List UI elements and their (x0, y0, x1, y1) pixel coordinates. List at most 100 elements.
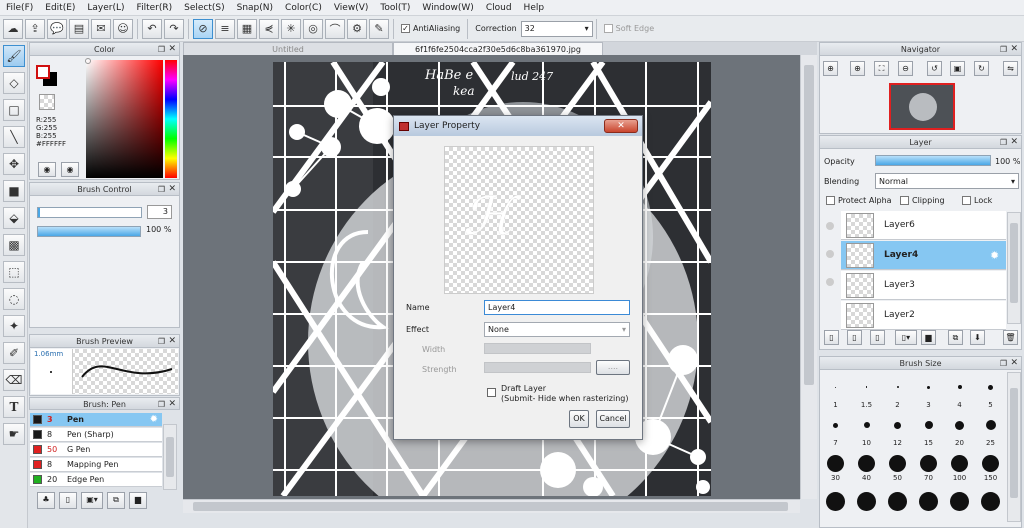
new-layer-8bit-button[interactable]: ▯ (847, 330, 862, 345)
tab-jpg-document[interactable]: 6f1f6fe2504cca2f30e5d6c8ba361970.jpg (393, 42, 603, 56)
export-button[interactable]: ⇪ (25, 18, 45, 39)
snap-off-button[interactable]: ⊘ (193, 18, 213, 39)
brush-size-cell[interactable]: 50 (882, 449, 913, 482)
width-slider[interactable] (484, 343, 591, 354)
rotate-left-button[interactable]: ↺ (927, 61, 942, 76)
brush-size-cell[interactable] (944, 487, 975, 517)
visibility-dot[interactable] (826, 278, 834, 286)
color-wheel-button[interactable]: ◉ (38, 162, 56, 177)
brush-opacity-slider[interactable] (37, 226, 141, 237)
transparent-color-swatch[interactable] (39, 94, 55, 110)
dialog-close-button[interactable]: ✕ (604, 119, 638, 133)
close-icon[interactable]: ✕ (1010, 136, 1018, 149)
magic-wand-tool-button[interactable]: ✦ (3, 315, 25, 337)
dock-icon[interactable]: ❐ (158, 398, 165, 411)
merge-layer-button[interactable]: ⬇ (970, 330, 985, 345)
bucket-tool-button[interactable]: ⬙ (3, 207, 25, 229)
brush-size-slider[interactable] (37, 207, 142, 218)
snap-settings-button[interactable]: ⚙ (347, 18, 367, 39)
brush-size-cell[interactable] (975, 487, 1006, 517)
add-layer-menu-button[interactable]: ▯▾ (895, 330, 917, 345)
canvas-horizontal-scrollbar[interactable] (183, 499, 800, 513)
text-tool-button[interactable]: T (3, 396, 25, 418)
brush-size-cell[interactable] (820, 487, 851, 517)
menu-snap[interactable]: Snap(N) (231, 3, 279, 13)
snap-grid-button[interactable]: ▦ (237, 18, 257, 39)
dock-icon[interactable]: ❐ (1000, 357, 1007, 370)
close-icon[interactable]: ✕ (168, 335, 176, 348)
select-eraser-tool-button[interactable]: ⌫ (3, 369, 25, 391)
note-button[interactable]: ▤ (69, 18, 89, 39)
blending-dropdown[interactable]: Normal ▾ (875, 173, 1019, 189)
close-icon[interactable]: ✕ (168, 398, 176, 411)
pen-tool-button[interactable]: 🖌 (3, 45, 25, 67)
brush-size-cell[interactable]: 100 (944, 449, 975, 482)
brush-list-scroll-thumb[interactable] (166, 437, 174, 477)
eraser-tool-button[interactable]: ◇ (3, 72, 25, 94)
menu-select[interactable]: Select(S) (178, 3, 231, 13)
layer-item[interactable]: Layer3 (841, 271, 1006, 300)
brush-size-cell[interactable]: 5 (975, 373, 1006, 409)
brush-item[interactable]: 8 Mapping Pen (30, 458, 162, 472)
snap-circle-button[interactable]: ◎ (303, 18, 323, 39)
soft-edge-checkbox[interactable] (603, 24, 613, 33)
brush-size-input[interactable]: 3 (147, 205, 172, 219)
tweet-button[interactable]: ✉ (91, 18, 111, 39)
effect-dropdown[interactable]: None ▾ (484, 322, 630, 337)
brush-size-cell[interactable]: 15 (913, 411, 944, 447)
color-history-button[interactable]: ◉ (61, 162, 79, 177)
brush-list-scrollbar[interactable] (163, 424, 177, 490)
dock-icon[interactable]: ❐ (158, 43, 165, 56)
cancel-button[interactable]: Cancel (596, 410, 630, 428)
layer-name-input[interactable]: Layer4 (484, 300, 630, 315)
user-button[interactable]: ☺ (113, 18, 133, 39)
layer-item[interactable]: Layer4 (841, 241, 1006, 270)
color-picker-cursor[interactable] (85, 58, 91, 64)
brush-size-cell[interactable]: 30 (820, 449, 851, 482)
navigator-thumbnail[interactable] (889, 83, 955, 130)
brush-folder-button[interactable]: ▆ (129, 492, 147, 509)
close-icon[interactable]: ✕ (1010, 357, 1018, 370)
close-icon[interactable]: ✕ (168, 183, 176, 196)
line-tool-button[interactable]: ╲ (3, 126, 25, 148)
menu-cloud[interactable]: Cloud (480, 3, 518, 13)
hue-slider[interactable] (165, 60, 177, 178)
dock-icon[interactable]: ❐ (158, 183, 165, 196)
brush-add-button[interactable]: ♣ (37, 492, 55, 509)
saturation-value-picker[interactable] (86, 60, 163, 178)
snap-perspective-button[interactable]: ⋞ (259, 18, 279, 39)
close-icon[interactable]: ✕ (168, 43, 176, 56)
brush-size-cell[interactable]: 70 (913, 449, 944, 482)
strength-color-button[interactable]: .... (596, 360, 630, 375)
clipping-checkbox[interactable] (900, 196, 909, 205)
new-layer-1bit-button[interactable]: ▯ (870, 330, 885, 345)
snap-edit-button[interactable]: ✎ (369, 18, 389, 39)
layer-opacity-slider[interactable] (875, 155, 991, 166)
select-pen-tool-button[interactable]: ✐ (3, 342, 25, 364)
lasso-tool-button[interactable]: ◌ (3, 288, 25, 310)
select-rect-tool-button[interactable]: ⬚ (3, 261, 25, 283)
brush-item[interactable]: 50 G Pen (30, 443, 162, 457)
brush-menu-button[interactable]: ▣▾ (81, 492, 103, 509)
brush-size-cell[interactable]: 150 (975, 449, 1006, 482)
gradient-tool-button[interactable]: ▩ (3, 234, 25, 256)
layer-item[interactable]: Layer6 (841, 211, 1006, 240)
copy-layer-button[interactable]: ⧉ (948, 330, 963, 345)
protect-alpha-toggle[interactable]: Protect Alpha (826, 196, 892, 205)
dock-icon[interactable]: ❐ (158, 335, 165, 348)
gear-icon[interactable]: ✹ (150, 414, 158, 425)
brush-size-cell[interactable]: 1 (820, 373, 851, 409)
brush-size-cell[interactable]: 20 (944, 411, 975, 447)
brush-size-cell[interactable] (882, 487, 913, 517)
brush-size-cell[interactable]: 1.5 (851, 373, 882, 409)
brush-size-scroll-thumb[interactable] (1010, 388, 1018, 498)
close-icon[interactable]: ✕ (1010, 43, 1018, 56)
rotate-right-button[interactable]: ↻ (974, 61, 989, 76)
visibility-dot[interactable] (826, 250, 834, 258)
brush-copy-button[interactable]: ⧉ (107, 492, 125, 509)
menu-view[interactable]: View(V) (328, 3, 375, 13)
menu-tool[interactable]: Tool(T) (374, 3, 416, 13)
strength-slider[interactable] (484, 362, 591, 373)
tab-untitled[interactable]: Untitled (183, 42, 393, 56)
correction-dropdown[interactable]: 32 ▾ (520, 20, 593, 37)
